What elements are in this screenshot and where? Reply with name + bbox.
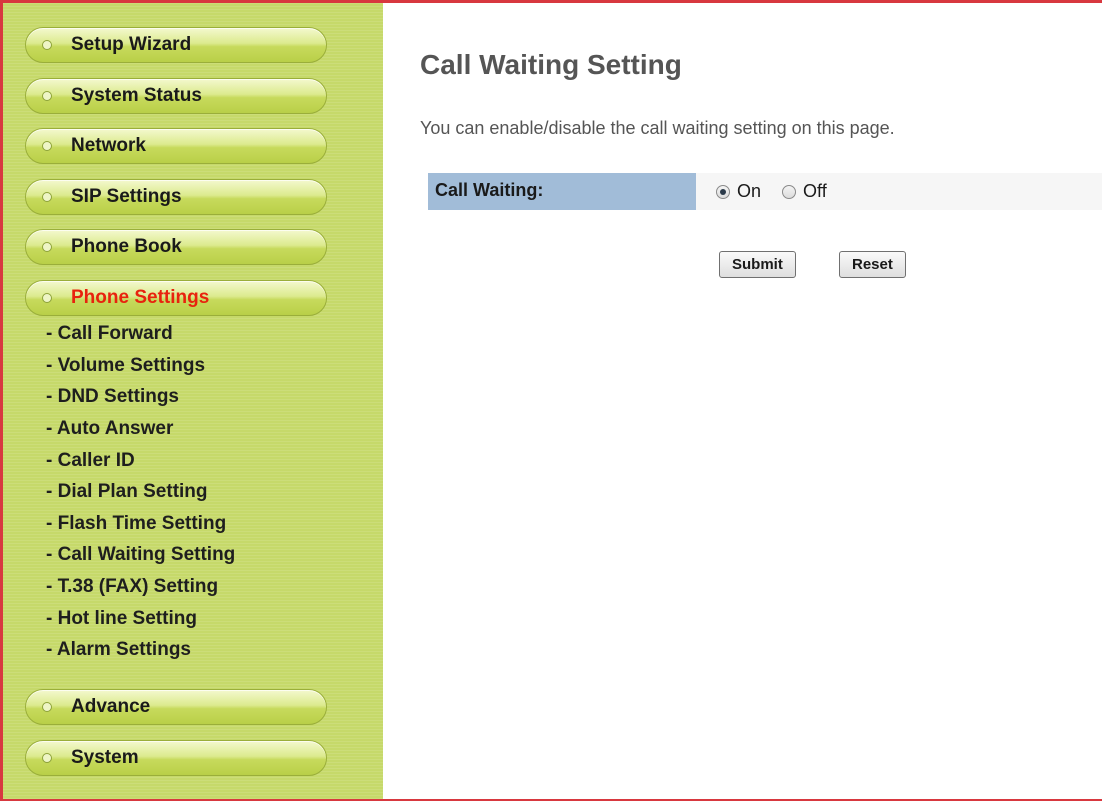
menu-label: SIP Settings <box>71 186 182 207</box>
menu-system-status[interactable]: System Status <box>25 78 327 114</box>
circle-bullet-icon <box>42 242 52 252</box>
submenu-flash-time-setting[interactable]: - Flash Time Setting <box>46 513 226 535</box>
menu-label: Phone Book <box>71 236 182 257</box>
call-waiting-radio-group: On Off <box>716 173 848 210</box>
circle-bullet-icon <box>42 702 52 712</box>
call-waiting-row: Call Waiting: On Off <box>428 173 1102 210</box>
page-title: Call Waiting Setting <box>420 49 682 80</box>
circle-bullet-icon <box>42 91 52 101</box>
radio-on-label[interactable]: On <box>737 181 761 202</box>
circle-bullet-icon <box>42 753 52 763</box>
menu-advance[interactable]: Advance <box>25 689 327 725</box>
circle-bullet-icon <box>42 141 52 151</box>
circle-bullet-icon <box>42 293 52 303</box>
submenu-auto-answer[interactable]: - Auto Answer <box>46 418 173 440</box>
menu-label: Network <box>71 135 146 156</box>
call-waiting-label: Call Waiting: <box>428 173 696 210</box>
submenu-call-forward[interactable]: - Call Forward <box>46 323 173 345</box>
submenu-caller-id[interactable]: - Caller ID <box>46 450 135 472</box>
menu-network[interactable]: Network <box>25 128 327 164</box>
submenu-volume-settings[interactable]: - Volume Settings <box>46 355 205 377</box>
menu-label: Setup Wizard <box>71 34 192 55</box>
menu-phone-settings[interactable]: Phone Settings <box>25 280 327 316</box>
radio-off-label[interactable]: Off <box>803 181 827 202</box>
submenu-hot-line-setting[interactable]: - Hot line Setting <box>46 608 197 630</box>
submenu-t38-fax-setting[interactable]: - T.38 (FAX) Setting <box>46 576 218 598</box>
submenu-alarm-settings[interactable]: - Alarm Settings <box>46 639 191 661</box>
menu-label: System Status <box>71 85 202 106</box>
menu-label: Advance <box>71 696 151 717</box>
menu-setup-wizard[interactable]: Setup Wizard <box>25 27 327 63</box>
reset-button[interactable]: Reset <box>839 251 906 278</box>
submit-button[interactable]: Submit <box>719 251 796 278</box>
circle-bullet-icon <box>42 40 52 50</box>
menu-label: System <box>71 747 139 768</box>
menu-sip-settings[interactable]: SIP Settings <box>25 179 327 215</box>
circle-bullet-icon <box>42 192 52 202</box>
menu-system[interactable]: System <box>25 740 327 776</box>
submenu-dnd-settings[interactable]: - DND Settings <box>46 386 179 408</box>
menu-label: Phone Settings <box>71 287 210 308</box>
radio-on-icon[interactable] <box>716 184 730 199</box>
main-content: Call Waiting Setting You can enable/disa… <box>385 3 1102 799</box>
page-description: You can enable/disable the call waiting … <box>420 118 895 138</box>
submenu-dial-plan-setting[interactable]: - Dial Plan Setting <box>46 481 208 503</box>
radio-off-icon[interactable] <box>782 184 797 199</box>
sidebar: Setup Wizard System Status Network SIP S… <box>3 3 383 799</box>
menu-phone-book[interactable]: Phone Book <box>25 229 327 265</box>
submenu-call-waiting-setting[interactable]: - Call Waiting Setting <box>46 544 235 566</box>
